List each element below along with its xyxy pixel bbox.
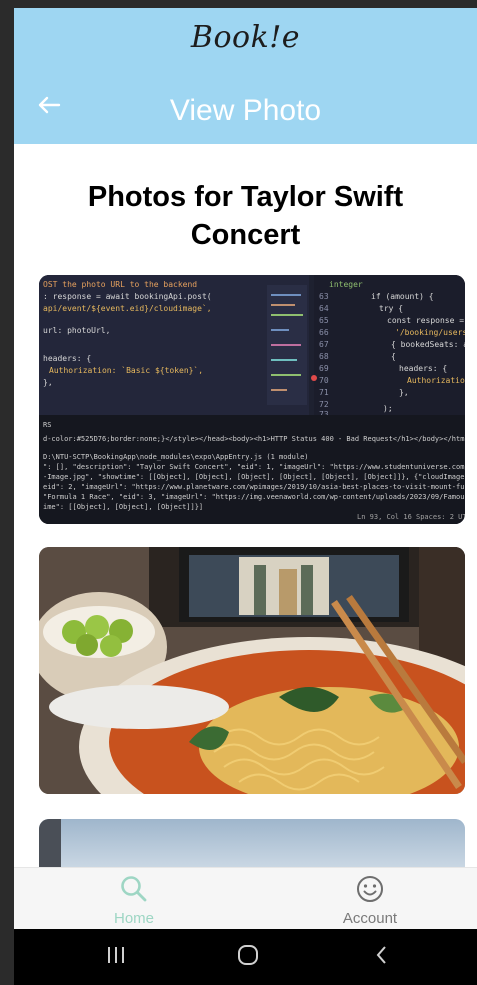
svg-text:ime": [[Object], [Object], [Ob: ime": [[Object], [Object], [Object]]}]	[43, 503, 203, 511]
page-title: Photos for Taylor Swift Concert	[87, 181, 404, 251]
svg-text:66: 66	[319, 328, 329, 337]
svg-text:'/booking/users/: '/booking/users/	[395, 328, 465, 337]
svg-text:if (amount) {: if (amount) {	[371, 292, 434, 301]
svg-text:},: },	[399, 388, 409, 397]
home-circle-icon	[238, 945, 258, 965]
recent-apps-icon	[108, 947, 124, 963]
home-system-button[interactable]	[236, 943, 260, 972]
svg-text:{ bookedSeats: a: { bookedSeats: a	[391, 340, 465, 349]
photo-list[interactable]: Photos for Taylor Swift Concert OST the …	[14, 144, 477, 867]
svg-text:69: 69	[319, 364, 329, 373]
event-photo[interactable]: OST the photo URL to the backend : respo…	[39, 275, 465, 524]
tab-label: Home	[113, 910, 154, 927]
svg-text:);: );	[383, 404, 393, 413]
svg-text:integer: integer	[329, 280, 363, 289]
svg-text:d-color:#525D76;border:none;}<: d-color:#525D76;border:none;}</style></h…	[43, 435, 465, 443]
svg-text:eid": 2, "imageUrl": "https://: eid": 2, "imageUrl": "https://www.planet…	[43, 483, 465, 491]
svg-text:Authorization: `Basic ${token}: Authorization: `Basic ${token}`,	[49, 365, 203, 375]
tab-label: Account	[342, 910, 398, 927]
app-logo: Book!e	[190, 19, 301, 55]
svg-text:const response = a: const response = a	[387, 316, 465, 325]
app-screen: Book!e View Photo Photos for Taylor Swif…	[14, 8, 477, 985]
svg-text:D:\NTU-SCTP\BookingApp\node_mo: D:\NTU-SCTP\BookingApp\node_modules\expo…	[43, 453, 309, 461]
svg-text:: response = await bookingApi.: : response = await bookingApi.post(	[43, 292, 212, 301]
photo-image	[39, 819, 465, 867]
back-system-button[interactable]	[370, 943, 394, 972]
svg-text:RS: RS	[43, 421, 51, 429]
smiley-icon	[357, 876, 383, 902]
svg-text:64: 64	[319, 304, 329, 313]
header-title: View Photo	[169, 94, 322, 127]
search-icon	[121, 876, 147, 902]
event-photo[interactable]	[39, 547, 465, 794]
svg-text:api/event/${event.eid}/cloudim: api/event/${event.eid}/cloudimage`,	[43, 303, 212, 313]
svg-text:65: 65	[319, 316, 329, 325]
svg-text:": [], "description": "Taylor: ": [], "description": "Taylor Swift Conc…	[43, 463, 465, 471]
photo-image: OST the photo URL to the backend : respo…	[39, 275, 465, 524]
brand-bar: Book!e	[14, 8, 477, 66]
tab-home[interactable]: Home	[74, 874, 194, 927]
svg-text:try {: try {	[379, 304, 403, 313]
svg-text:72: 72	[319, 400, 329, 409]
svg-text:Authorization: Authorization	[407, 376, 465, 385]
nav-header: View Photo	[14, 66, 477, 144]
bottom-tab-bar: Home Account	[14, 867, 477, 930]
svg-text:70: 70	[319, 376, 329, 385]
svg-text:67: 67	[319, 340, 329, 349]
svg-text:{: {	[391, 352, 396, 361]
tab-account[interactable]: Account	[310, 874, 430, 927]
svg-text:},: },	[43, 378, 53, 387]
photo-image	[39, 547, 465, 794]
svg-text:63: 63	[319, 292, 329, 301]
recent-apps-button[interactable]	[104, 943, 128, 972]
svg-text:url: photoUrl,: url: photoUrl,	[43, 326, 110, 335]
svg-text:71: 71	[319, 388, 329, 397]
chevron-left-icon	[376, 946, 386, 964]
svg-text:headers: {: headers: {	[43, 354, 91, 363]
svg-text:"Formula 1 Race", "eid": 3, "i: "Formula 1 Race", "eid": 3, "imageUrl": …	[43, 493, 465, 501]
svg-text:Ln 93, Col 16 Spaces: 2 UTF-: Ln 93, Col 16 Spaces: 2 UTF-8	[357, 513, 465, 521]
system-navigation-bar	[14, 929, 477, 985]
svg-text:OST the photo URL to the backe: OST the photo URL to the backend	[43, 280, 197, 289]
svg-text:-Image.jpg", "showtime": [[Obj: -Image.jpg", "showtime": [[Object], [Obj…	[43, 473, 465, 481]
svg-text:headers: {: headers: {	[399, 364, 447, 373]
event-photo[interactable]	[39, 819, 465, 867]
svg-text:68: 68	[319, 352, 329, 361]
